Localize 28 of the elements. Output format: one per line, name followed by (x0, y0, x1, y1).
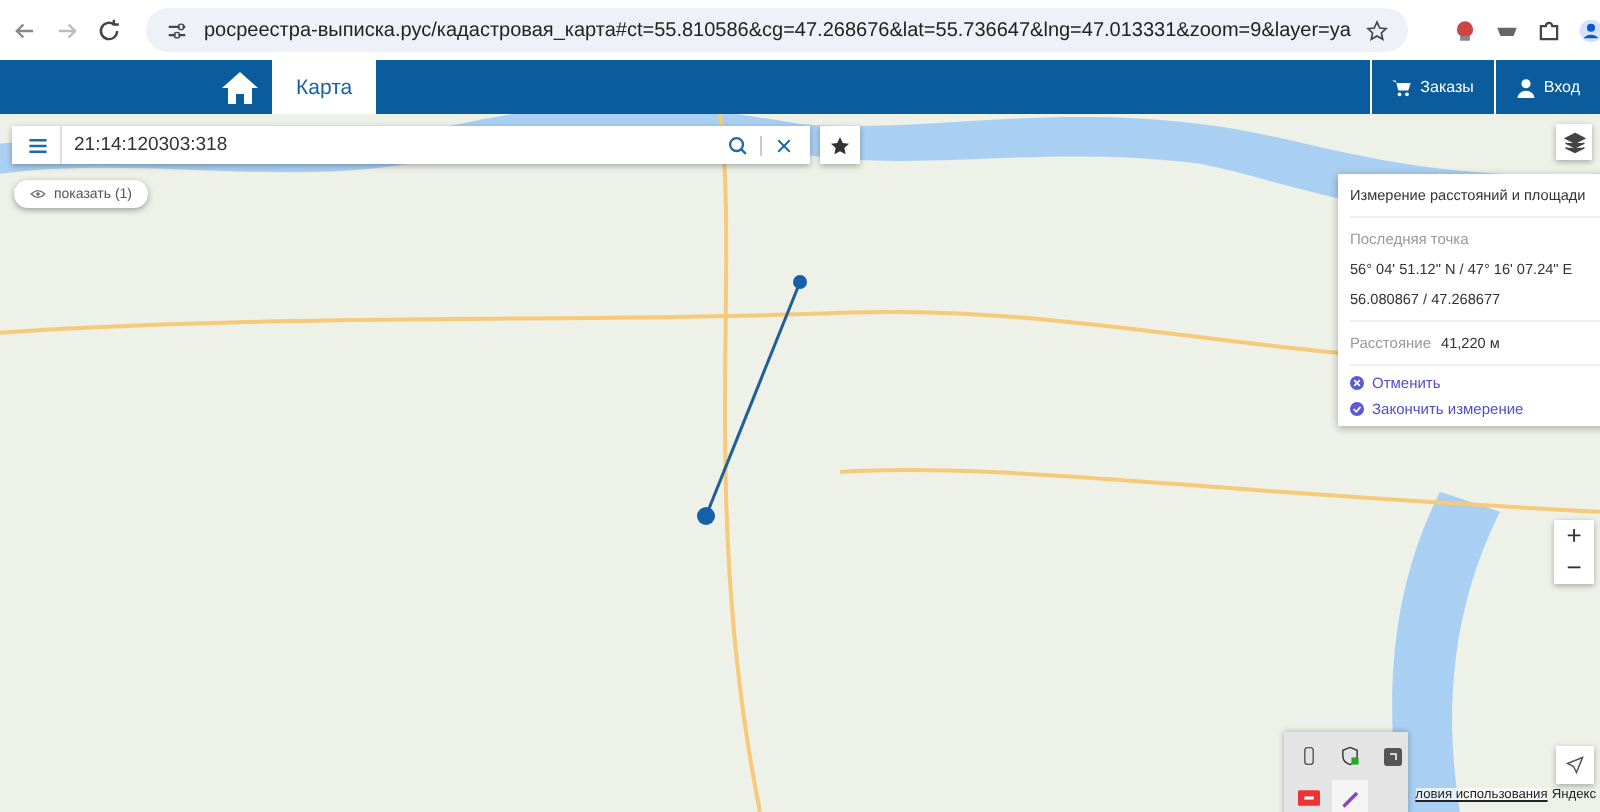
reload-icon[interactable] (96, 17, 122, 43)
star-icon (830, 135, 850, 155)
profile-icon[interactable] (1578, 17, 1600, 43)
navigation-arrow-icon (1566, 756, 1584, 774)
locate-button[interactable] (1556, 746, 1594, 784)
extension-icon[interactable] (1452, 17, 1479, 43)
pen-tool-button[interactable] (1332, 780, 1368, 812)
layers-icon (1563, 131, 1585, 153)
pen-icon (1341, 789, 1359, 807)
check-icon (1350, 402, 1364, 416)
search-icon[interactable] (728, 135, 748, 155)
favorite-button[interactable] (820, 126, 860, 164)
menu-icon[interactable] (28, 135, 48, 155)
eye-icon (30, 188, 46, 200)
user-icon (1515, 77, 1536, 97)
shield-icon (1340, 746, 1360, 766)
bookmark-star-icon[interactable] (1366, 19, 1389, 41)
layers-button[interactable] (1556, 124, 1592, 160)
cancel-icon (1350, 376, 1364, 390)
search-field[interactable]: 21:14:120303:318 (12, 126, 810, 164)
zoom-in-button[interactable]: + (1554, 520, 1594, 552)
map-tab[interactable]: Карта (272, 60, 377, 114)
cart-icon (1392, 77, 1413, 97)
site-settings-icon[interactable] (166, 19, 188, 41)
address-bar[interactable]: росреестра-выписка.рус/кадастровая_карта#ct=55.810586&cg=47.268676&lat=55.736647&lng=47.013331&zoom=9&layer=ya (146, 8, 1409, 52)
zoom-out-button[interactable]: − (1554, 552, 1594, 584)
home-icon[interactable] (220, 69, 260, 105)
close-icon[interactable] (774, 135, 794, 155)
